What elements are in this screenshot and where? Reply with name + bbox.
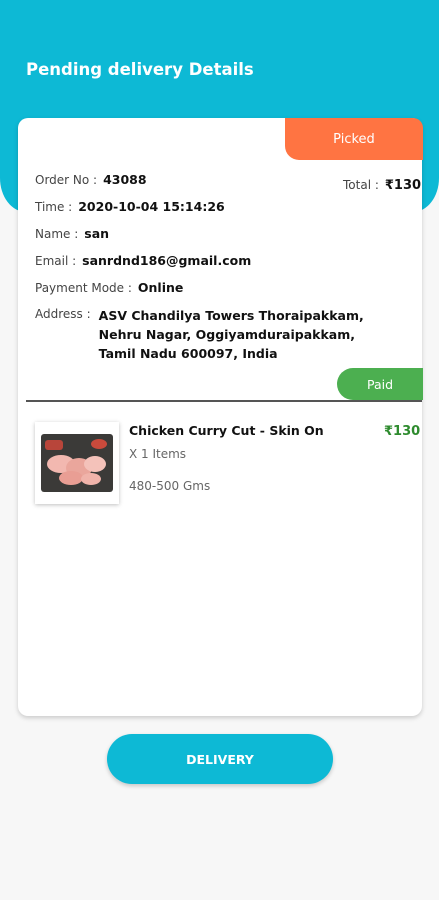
divider — [26, 400, 422, 402]
chicken-image-icon — [41, 434, 113, 492]
order-number-value: 43088 — [103, 172, 147, 187]
order-card: Picked Order No : 43088 Total : ₹130 Tim… — [18, 118, 423, 716]
email-row: Email : sanrdnd186@gmail.com — [35, 253, 251, 268]
total-label: Total : — [343, 178, 379, 192]
product-name: Chicken Curry Cut - Skin On — [129, 423, 324, 438]
delivery-button[interactable]: DELIVERY — [107, 734, 333, 784]
product-weight: 480-500 Gms — [129, 479, 211, 493]
product-quantity: X 1 Items — [129, 447, 187, 461]
time-label: Time : — [35, 200, 73, 214]
email-label: Email : — [35, 254, 77, 268]
address-row: Address : ASV Chandilya Towers Thoraipak… — [35, 306, 389, 363]
total-row: Total : ₹130 — [343, 178, 421, 193]
name-value: san — [84, 226, 110, 241]
total-value: ₹130 — [384, 178, 422, 193]
status-badge: Picked — [285, 118, 423, 160]
time-row: Time : 2020-10-04 15:14:26 — [35, 199, 225, 214]
product-image — [35, 422, 119, 504]
order-number-label: Order No : — [35, 173, 98, 187]
payment-status-badge: Paid — [337, 368, 423, 400]
order-number-row: Order No : 43088 — [35, 172, 147, 187]
page-title: Pending delivery Details — [26, 60, 254, 79]
payment-mode-label: Payment Mode : — [35, 281, 132, 295]
address-value: ASV Chandilya Towers Thoraipakkam, Nehru… — [98, 308, 364, 361]
email-value: sanrdnd186@gmail.com — [82, 253, 252, 268]
name-label: Name : — [35, 227, 79, 241]
address-label: Address : — [35, 307, 91, 321]
payment-mode-value: Online — [137, 280, 184, 295]
time-value: 2020-10-04 15:14:26 — [78, 199, 225, 214]
name-row: Name : san — [35, 226, 109, 241]
payment-mode-row: Payment Mode : Online — [35, 280, 183, 295]
product-price: ₹130 — [384, 424, 421, 439]
